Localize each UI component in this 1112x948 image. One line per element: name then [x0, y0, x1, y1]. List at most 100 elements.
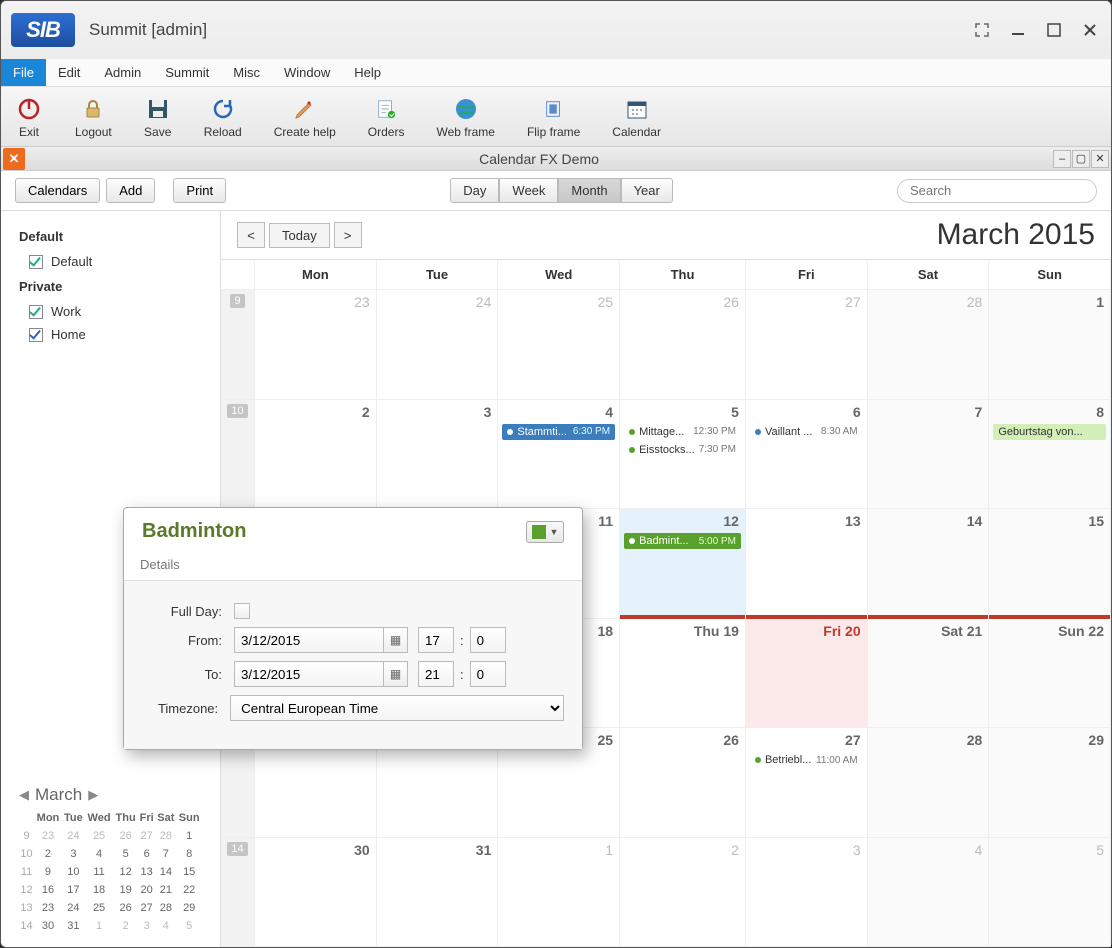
day-cell[interactable]: 28 — [868, 290, 990, 400]
day-cell[interactable]: 3 — [746, 838, 868, 948]
from-datepicker-icon[interactable]: ▦ — [384, 627, 408, 653]
today-button[interactable]: Today — [269, 223, 330, 248]
day-cell[interactable]: 29 — [989, 728, 1111, 838]
maximize-icon[interactable] — [1043, 19, 1065, 41]
subwindow-close2-icon[interactable]: ✕ — [1091, 150, 1109, 168]
event-popup: Badminton ▼ Details Full Day: From: ▦ : … — [123, 507, 583, 750]
event[interactable]: Mittage...12:30 PM — [624, 424, 741, 440]
day-cell[interactable]: 2 — [255, 400, 377, 510]
to-datepicker-icon[interactable]: ▦ — [384, 661, 408, 687]
toolbar-exit[interactable]: Exit — [15, 95, 43, 139]
orders-icon — [372, 95, 400, 123]
day-cell[interactable]: 24 — [377, 290, 499, 400]
menu-misc[interactable]: Misc — [221, 59, 272, 86]
menu-window[interactable]: Window — [272, 59, 342, 86]
mini-next-icon[interactable]: ▶ — [88, 787, 98, 803]
day-cell[interactable]: 12Badmint...5:00 PM — [620, 509, 746, 619]
to-hour-input[interactable] — [418, 661, 454, 687]
calendar-toggle-default[interactable]: Default — [19, 250, 202, 273]
event[interactable]: Stammti...6:30 PM — [502, 424, 615, 440]
event[interactable]: Betriebl...11:00 AM — [750, 752, 863, 768]
day-cell[interactable]: Fri 20 — [746, 619, 868, 729]
menu-help[interactable]: Help — [342, 59, 393, 86]
checkbox-icon[interactable] — [29, 328, 43, 342]
minimize-icon[interactable] — [1007, 19, 1029, 41]
day-cell[interactable]: 5Mittage...12:30 PMEisstocks...7:30 PM — [620, 400, 746, 510]
close-icon[interactable] — [1079, 19, 1101, 41]
prev-period-button[interactable]: < — [237, 222, 265, 248]
print-button[interactable]: Print — [173, 178, 226, 203]
day-cell[interactable]: Thu 19 — [620, 619, 746, 729]
fullscreen-icon[interactable] — [971, 19, 993, 41]
day-cell[interactable]: 1 — [498, 838, 620, 948]
mini-prev-icon[interactable]: ◀ — [19, 787, 29, 803]
day-cell[interactable]: 7 — [868, 400, 990, 510]
toolbar-web-frame[interactable]: Web frame — [436, 95, 494, 139]
week-number: 14 — [221, 838, 255, 948]
toolbar-orders[interactable]: Orders — [368, 95, 405, 139]
checkbox-icon[interactable] — [29, 255, 43, 269]
toolbar-create-help[interactable]: Create help — [274, 95, 336, 139]
view-month[interactable]: Month — [558, 178, 620, 203]
to-date-input[interactable] — [234, 661, 384, 687]
day-cell[interactable]: 30 — [255, 838, 377, 948]
day-cell[interactable]: 6Vaillant ...8:30 AM — [746, 400, 868, 510]
day-cell[interactable]: 13 — [746, 509, 868, 619]
toolbar-reload[interactable]: Reload — [204, 95, 242, 139]
day-cell[interactable]: 26 — [620, 728, 746, 838]
color-picker-button[interactable]: ▼ — [526, 521, 564, 543]
calendars-button[interactable]: Calendars — [15, 178, 100, 203]
event[interactable]: Eisstocks...7:30 PM — [624, 442, 741, 458]
search-input[interactable] — [897, 179, 1097, 203]
menu-admin[interactable]: Admin — [92, 59, 153, 86]
day-cell[interactable]: Sun 22 — [989, 619, 1111, 729]
event[interactable]: Geburtstag von... — [993, 424, 1106, 440]
day-cell[interactable]: 26 — [620, 290, 746, 400]
toolbar-calendar[interactable]: Calendar — [612, 95, 661, 139]
toolbar-flip-frame[interactable]: Flip frame — [527, 95, 580, 139]
day-cell[interactable]: 8Geburtstag von... — [989, 400, 1111, 510]
day-cell[interactable]: 23 — [255, 290, 377, 400]
next-period-button[interactable]: > — [334, 222, 362, 248]
calendar-icon — [623, 95, 651, 123]
menu-file[interactable]: File — [1, 59, 46, 86]
from-date-input[interactable] — [234, 627, 384, 653]
day-cell[interactable]: 31 — [377, 838, 499, 948]
menu-summit[interactable]: Summit — [153, 59, 221, 86]
subwindow-minimize-icon[interactable]: – — [1053, 150, 1071, 168]
day-cell[interactable]: 28 — [868, 728, 990, 838]
popup-tab-details[interactable]: Details — [140, 557, 180, 572]
day-cell[interactable]: 27Betriebl...11:00 AM — [746, 728, 868, 838]
subwindow-close-icon[interactable]: ✕ — [3, 148, 25, 170]
day-cell[interactable]: 2 — [620, 838, 746, 948]
toolbar-save[interactable]: Save — [144, 95, 172, 139]
day-cell[interactable]: Sat 21 — [868, 619, 990, 729]
from-hour-input[interactable] — [418, 627, 454, 653]
fullday-checkbox[interactable] — [234, 603, 250, 619]
timezone-select[interactable]: Central European Time — [230, 695, 564, 721]
day-cell[interactable]: 5 — [989, 838, 1111, 948]
checkbox-icon[interactable] — [29, 305, 43, 319]
day-cell[interactable]: 14 — [868, 509, 990, 619]
day-cell[interactable]: 27 — [746, 290, 868, 400]
event[interactable]: Vaillant ...8:30 AM — [750, 424, 863, 440]
day-cell[interactable]: 4Stammti...6:30 PM — [498, 400, 620, 510]
subwindow-maximize-icon[interactable]: ▢ — [1072, 150, 1090, 168]
day-cell[interactable]: 4 — [868, 838, 990, 948]
view-week[interactable]: Week — [499, 178, 558, 203]
menu-edit[interactable]: Edit — [46, 59, 92, 86]
view-day[interactable]: Day — [450, 178, 499, 203]
toolbar-logout[interactable]: Logout — [75, 95, 112, 139]
to-minute-input[interactable] — [470, 661, 506, 687]
calendar-toggle-work[interactable]: Work — [19, 300, 202, 323]
event[interactable]: Badmint...5:00 PM — [624, 533, 741, 549]
from-minute-input[interactable] — [470, 627, 506, 653]
menubar: FileEditAdminSummitMiscWindowHelp — [1, 59, 1111, 87]
day-cell[interactable]: 15 — [989, 509, 1111, 619]
view-year[interactable]: Year — [621, 178, 673, 203]
add-button[interactable]: Add — [106, 178, 155, 203]
calendar-toggle-home[interactable]: Home — [19, 323, 202, 346]
day-cell[interactable]: 3 — [377, 400, 499, 510]
day-cell[interactable]: 1 — [989, 290, 1111, 400]
day-cell[interactable]: 25 — [498, 290, 620, 400]
